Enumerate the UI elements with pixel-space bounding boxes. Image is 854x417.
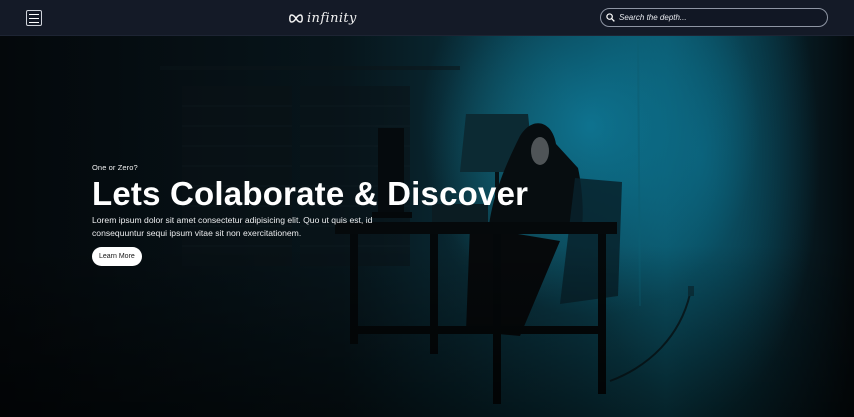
brand-logo[interactable]: infinity — [289, 9, 357, 27]
hamburger-menu-icon[interactable] — [26, 10, 42, 26]
infinity-icon — [289, 13, 303, 23]
search-icon — [606, 13, 615, 22]
hero-description: Lorem ipsum dolor sit amet consectetur a… — [92, 215, 373, 238]
hero-eyebrow: One or Zero? — [92, 163, 138, 172]
search-input[interactable] — [619, 9, 827, 26]
search-bar[interactable] — [600, 8, 828, 27]
learn-more-button[interactable]: Learn More — [92, 247, 142, 266]
hero-headline: Lets Colaborate & Discover — [92, 175, 529, 212]
hero-content: One or Zero? Lets Colaborate & Discover … — [92, 163, 532, 266]
hero-section: One or Zero? Lets Colaborate & Discover … — [0, 36, 854, 417]
top-navbar: infinity — [0, 0, 854, 36]
brand-name: infinity — [307, 10, 357, 26]
